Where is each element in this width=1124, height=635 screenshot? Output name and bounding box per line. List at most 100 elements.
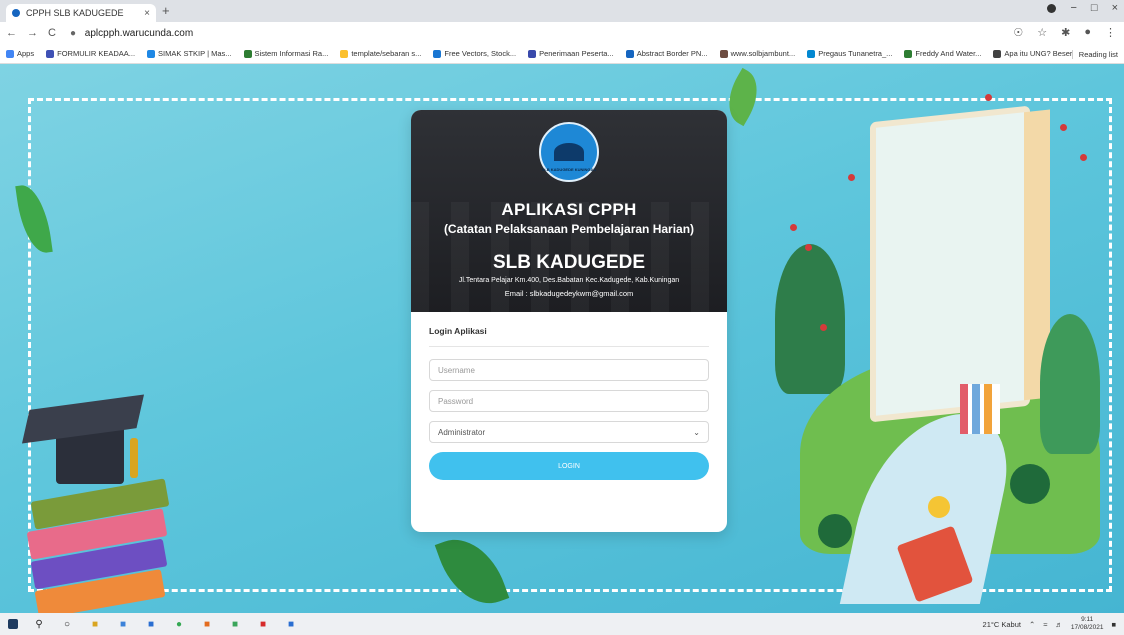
password-input[interactable]: Password [429,390,709,412]
bookmark-item[interactable]: Free Vectors, Stock... [433,49,516,58]
site-favicon-icon [12,9,20,17]
bookmark-label: Pregaus Tunanetra_... [818,49,893,58]
bookmark-label: template/sebaran s... [351,49,422,58]
login-form: Login Aplikasi Username Password Adminis… [411,312,727,480]
tab-close-icon[interactable]: × [144,8,150,19]
chevron-down-icon: ⌄ [693,427,700,437]
volume-icon[interactable]: ♬ [1055,620,1063,629]
bookmarks-bar: Apps FORMULIR KEADAA... SIMAK STKIP | Mas.… [0,44,1124,64]
bookmark-icon [147,49,156,58]
image-app-icon[interactable]: ■ [284,617,298,631]
clock[interactable]: 9:11 17/08/2021 [1071,616,1104,632]
app-icon[interactable]: ■ [200,617,214,631]
acrobat-icon[interactable]: ■ [256,617,270,631]
card-header: SLB KADUGEDE KUNINGAN APLIKASI CPPH (Cat… [411,110,727,312]
weather-text[interactable]: 21°C Kabut [983,620,1021,629]
app-subtitle: (Catatan Pelaksanaan Pembelajaran Harian… [443,222,695,236]
logo-text: SLB KADUGEDE KUNINGAN [541,167,597,172]
photos-icon[interactable]: ■ [228,617,242,631]
close-window-button[interactable]: × [1112,2,1118,14]
school-email: Email : slbkadugedeykwm@gmail.com [504,289,634,298]
browser-tab[interactable]: CPPH SLB KADUGEDE × [6,4,156,22]
login-button[interactable]: LOGIN [429,452,709,480]
bookmark-item[interactable]: Pregaus Tunanetra_... [807,49,892,58]
berry-decoration [1080,154,1087,161]
avatar[interactable]: ● [1084,26,1091,39]
plant-decoration [1010,464,1050,504]
mail-icon[interactable]: ■ [144,617,158,631]
bookmark-item[interactable]: Penerimaan Peserta... [528,49,614,58]
login-heading: Login Aplikasi [429,326,709,347]
bookmark-item[interactable]: SIMAK STKIP | Mas... [147,49,232,58]
bookmark-item[interactable]: Apa itu UNG? Beser... [993,49,1078,58]
plant-decoration [775,244,845,394]
bookmark-icon [340,49,349,58]
berry-decoration [1060,124,1067,131]
bookmark-label: SIMAK STKIP | Mas... [158,49,232,58]
graduation-books-illustration [21,390,178,613]
clock-time: 9:11 [1081,616,1094,623]
lock-icon: ● [69,27,76,39]
reload-button[interactable]: C [48,27,56,39]
role-select-value: Administrator [438,427,486,437]
browser-toolbar: ← → C ● aplcpph.warucunda.com ☉ ☆ ✱ ● ⋮ [0,22,1124,44]
network-icon[interactable]: ≈ [1043,620,1047,629]
forward-button[interactable]: → [27,27,38,39]
bookmark-item[interactable]: www.solbjambunt... [719,49,796,58]
notification-icon[interactable]: ■ [1111,620,1116,629]
page-background: SLB KADUGEDE KUNINGAN APLIKASI CPPH (Cat… [0,64,1124,613]
bookmark-icon [625,49,634,58]
bookmark-item[interactable]: Sistem Informasi Ra... [243,49,329,58]
bookmark-star-icon[interactable]: ☆ [1037,26,1047,39]
profile-icon[interactable] [1047,3,1057,13]
chevron-up-icon[interactable]: ⌃ [1029,620,1035,629]
start-icon[interactable] [8,619,18,629]
bookmark-icon [6,49,14,58]
address-bar[interactable]: ● aplcpph.warucunda.com [70,28,193,39]
clock-date: 17/08/2021 [1070,624,1104,631]
berry-decoration [848,174,855,181]
tab-title: CPPH SLB KADUGEDE [26,8,124,18]
key-icon[interactable]: ☉ [1013,26,1023,39]
bookmark-icon [46,49,55,58]
bookmark-label: www.solbjambunt... [730,49,796,58]
role-select[interactable]: Administrator ⌄ [429,421,709,443]
bookmark-label: Apps [17,49,35,58]
toolbar-actions: ☉ ☆ ✱ ● ⋮ [1013,26,1116,39]
reading-list-button[interactable]: Reading list [1071,50,1118,59]
task-view-icon[interactable]: ○ [60,617,74,631]
bookmark-label: FORMULIR KEADAA... [57,49,136,58]
username-input[interactable]: Username [429,359,709,381]
plant-decoration [818,514,852,548]
search-icon[interactable]: ⚲ [32,617,46,631]
bookmark-item[interactable]: FORMULIR KEADAA... [46,49,135,58]
tassel-decoration [130,438,138,478]
window-controls: − □ × [1047,2,1118,14]
extensions-icon[interactable]: ✱ [1061,26,1070,39]
new-tab-button[interactable]: + [162,3,170,18]
bookmark-label: Abstract Border PN... [636,49,708,58]
back-button[interactable]: ← [6,27,17,39]
bookmark-item[interactable]: Abstract Border PN... [625,49,708,58]
menu-icon[interactable]: ⋮ [1105,26,1116,39]
school-name: SLB KADUGEDE [492,252,645,273]
bookmark-item[interactable]: template/sebaran s... [340,49,421,58]
bookmark-item[interactable]: Freddy And Water... [904,49,981,58]
lamp-illustration [928,496,950,518]
chrome-icon[interactable]: ● [172,617,186,631]
bookmark-item[interactable]: Apps [6,49,34,58]
minimize-button[interactable]: − [1070,2,1076,14]
maximize-button[interactable]: □ [1091,2,1098,14]
berry-decoration [820,324,827,331]
store-icon[interactable]: ■ [116,617,130,631]
bookmark-label: Free Vectors, Stock... [444,49,517,58]
app-title: APLIKASI CPPH [501,200,637,219]
big-book-illustration [870,105,1050,423]
file-explorer-icon[interactable]: ■ [88,617,102,631]
bookmark-label: Apa itu UNG? Beser... [1004,49,1079,58]
school-address: Jl.Tentara Pelajar Km.400, Des.Babatan K… [458,277,680,284]
bookmark-label: Sistem Informasi Ra... [254,49,329,58]
book-stack-illustration [960,384,1000,434]
windows-taskbar: ⚲ ○ ■ ■ ■ ● ■ ■ ■ ■ 21°C Kabut ⌃ ≈ ♬ 9:1… [0,613,1124,635]
bookmark-icon [807,49,816,58]
